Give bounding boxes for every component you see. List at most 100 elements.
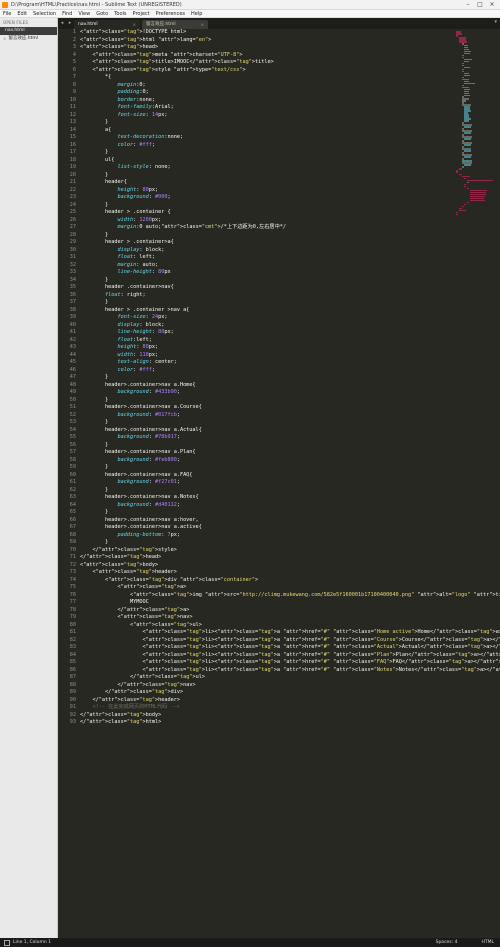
code-line[interactable]: background: #433b90; [80, 389, 500, 397]
code-line[interactable]: background: #feb800; [80, 457, 500, 465]
code-line[interactable]: float:left; [80, 337, 500, 345]
code-line[interactable]: header > .container>a{ [80, 239, 500, 247]
code-line[interactable]: color: #fff; [80, 367, 500, 375]
code-line[interactable]: height: 80px; [80, 187, 500, 195]
code-line[interactable]: padding:0; [80, 89, 500, 97]
menu-tools[interactable]: Tools [114, 11, 126, 17]
code-line[interactable]: background: #d40112; [80, 502, 500, 510]
indentation-setting[interactable]: Spaces: 4 [436, 940, 458, 945]
code-line[interactable]: } [80, 442, 500, 450]
code-line[interactable]: </"attr">class="tag">head> [80, 554, 500, 562]
code-line[interactable]: </"attr">class="tag">body> [80, 712, 500, 720]
code-line[interactable]: header>.container>nav a:hover, [80, 517, 500, 525]
code-line[interactable]: <!-- 在此完成网页的HTML代码 --> [80, 704, 500, 712]
code-line[interactable]: header{ [80, 179, 500, 187]
code-line[interactable]: } [80, 232, 500, 240]
code-line[interactable]: } [80, 397, 500, 405]
code-line[interactable]: <"attr">class="tag">li><"attr">class="ta… [80, 667, 500, 675]
minimize-button[interactable]: – [462, 0, 474, 9]
code-area[interactable]: <"attr">class="tag">!DOCTYPE html> <"attr… [80, 29, 500, 727]
code-line[interactable]: header>.container>nav a.FAQ{ [80, 472, 500, 480]
code-line[interactable]: margin:0 auto;"attr">class="cmt">/*上下边距为… [80, 224, 500, 232]
code-line[interactable]: } [80, 149, 500, 157]
close-tab-icon[interactable]: × [201, 20, 204, 29]
code-line[interactable]: height: 80px; [80, 344, 500, 352]
minimap[interactable] [456, 31, 496, 216]
menu-find[interactable]: Find [62, 11, 72, 17]
code-line[interactable]: header>.container>nav a.Home{ [80, 382, 500, 390]
code-line[interactable]: </"attr">class="tag">ul> [80, 674, 500, 682]
code-line[interactable]: } [80, 299, 500, 307]
maximize-button[interactable]: □ [474, 0, 486, 9]
code-line[interactable]: margin:0; [80, 82, 500, 90]
code-line[interactable]: text-align: center; [80, 359, 500, 367]
panel-toggle-icon[interactable] [4, 939, 10, 946]
code-line[interactable]: background: #78b917; [80, 434, 500, 442]
code-line[interactable]: header>.container>nav a.active{ [80, 524, 500, 532]
menu-preferences[interactable]: Preferences [156, 11, 185, 17]
code-line[interactable]: width: 1200px; [80, 217, 500, 225]
code-line[interactable]: border:none; [80, 97, 500, 105]
syntax-setting[interactable]: HTML [481, 940, 494, 945]
code-line[interactable]: } [80, 202, 500, 210]
open-file-second[interactable]: × 留言效应.html [0, 35, 57, 43]
code-line[interactable]: <"attr">class="tag">li><"attr">class="ta… [80, 644, 500, 652]
code-line[interactable]: font-size: 14px; [80, 112, 500, 120]
close-tab-icon[interactable]: × [133, 20, 136, 29]
open-file-nav[interactable]: nav.html [0, 27, 57, 35]
code-line[interactable]: <"attr">class="tag">a> [80, 584, 500, 592]
code-line[interactable]: </"attr">class="tag">header> [80, 697, 500, 705]
code-line[interactable]: } [80, 277, 500, 285]
code-line[interactable]: } [80, 509, 500, 517]
code-line[interactable]: header .container>nav{ [80, 284, 500, 292]
menu-goto[interactable]: Goto [96, 11, 108, 17]
code-line[interactable]: font-family:Arial; [80, 104, 500, 112]
menu-edit[interactable]: Edit [17, 11, 27, 17]
code-line[interactable]: } [80, 172, 500, 180]
code-line[interactable]: <"attr">class="tag">body> [80, 562, 500, 570]
code-line[interactable]: </"attr">class="tag">nav> [80, 682, 500, 690]
code-line[interactable]: font-size: 24px; [80, 314, 500, 322]
code-line[interactable]: <"attr">class="tag">title>IMOOC</"attr">… [80, 59, 500, 67]
code-line[interactable]: <"attr">class="tag">img "attr">src="http… [80, 592, 500, 600]
code-line[interactable]: header>.container>nav a.Notes{ [80, 494, 500, 502]
code-line[interactable]: background: #000; [80, 194, 500, 202]
code-line[interactable]: line-height: 80px [80, 269, 500, 277]
code-line[interactable]: <"attr">class="tag">li><"attr">class="ta… [80, 659, 500, 667]
code-line[interactable]: </"attr">class="tag">a> [80, 607, 500, 615]
code-line[interactable]: ul{ [80, 157, 500, 165]
code-line[interactable]: header>.container>nav a.Course{ [80, 404, 500, 412]
menu-help[interactable]: Help [191, 11, 202, 17]
code-line[interactable]: background: #f27c01; [80, 479, 500, 487]
code-line[interactable]: display: block; [80, 247, 500, 255]
code-line[interactable]: background: #017fcb; [80, 412, 500, 420]
code-line[interactable]: float: right; [80, 292, 500, 300]
code-line[interactable]: width: 110px; [80, 352, 500, 360]
code-line[interactable]: MYMOOC [80, 599, 500, 607]
code-line[interactable]: padding-bottom: 7px; [80, 532, 500, 540]
code-line[interactable]: <"attr">class="tag">div "attr">class="co… [80, 577, 500, 585]
code-line[interactable]: a{ [80, 127, 500, 135]
code-line[interactable]: </"attr">class="tag">style> [80, 547, 500, 555]
code-line[interactable]: <"attr">class="tag">ul> [80, 622, 500, 630]
close-button[interactable]: × [486, 0, 498, 9]
tab-scroll-left-icon[interactable]: ◂ [58, 18, 66, 29]
code-line[interactable]: <"attr">class="tag">html "attr">lang="en… [80, 37, 500, 45]
code-editor[interactable]: 1 2 3 4 5 6 7 8 9 10 11 12 13 14 15 16 17 18 19 20 21 22 23 24 2… [58, 29, 500, 938]
code-line[interactable]: display: block; [80, 322, 500, 330]
code-line[interactable]: header>.container>nav a.Actual{ [80, 427, 500, 435]
code-line[interactable]: <"attr">class="tag">!DOCTYPE html> [80, 29, 500, 37]
code-line[interactable]: <"attr">class="tag">head> [80, 44, 500, 52]
code-line[interactable]: float: left; [80, 254, 500, 262]
code-line[interactable]: header>.container>nav a.Plan{ [80, 449, 500, 457]
menu-selection[interactable]: Selection [33, 11, 56, 17]
menu-view[interactable]: View [78, 11, 90, 17]
tab-dropdown-icon[interactable]: ▾ [494, 19, 497, 25]
code-line[interactable]: header > .container { [80, 209, 500, 217]
code-line[interactable]: line-height: 80px; [80, 329, 500, 337]
tab-scroll-right-icon[interactable]: ▸ [66, 18, 74, 29]
code-line[interactable]: <"attr">class="tag">nav> [80, 614, 500, 622]
code-line[interactable]: list-style: none; [80, 164, 500, 172]
code-line[interactable]: } [80, 487, 500, 495]
code-line[interactable]: color: #fff; [80, 142, 500, 150]
